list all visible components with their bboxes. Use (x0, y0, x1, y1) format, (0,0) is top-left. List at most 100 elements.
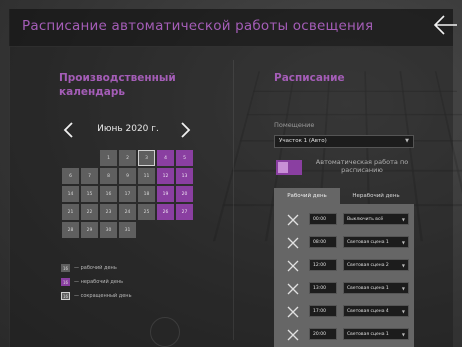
chevron-down-icon: ▼ (401, 217, 405, 222)
close-icon[interactable] (286, 304, 300, 318)
calendar-day[interactable]: 22 (81, 204, 98, 220)
room-select-value: Участок 1 (Авто) (279, 138, 327, 144)
auto-mode-toggle[interactable] (276, 160, 302, 175)
scene-select[interactable]: Световая сцена 1 ▼ (343, 282, 409, 294)
scene-select[interactable]: Световая сцена 4 ▼ (343, 305, 409, 317)
calendar-empty-cell (157, 222, 174, 238)
column-divider (233, 60, 234, 340)
legend-label: — нерабочий день (74, 279, 124, 285)
calendar-grid: 1 2 3 4 5 6 7 8 9 11 12 13 14 15 16 17 18 19 20 21 22 23 24 25 2… (62, 150, 193, 238)
scene-select-value: Световая сцена 1 (347, 332, 389, 337)
chevron-down-icon: ▼ (401, 286, 405, 291)
close-icon[interactable] (286, 327, 300, 341)
calendar-day[interactable]: 8 (100, 168, 117, 184)
chevron-left-icon[interactable] (62, 121, 76, 139)
schedule-row: 13:00 Световая сцена 1 ▼ (274, 281, 414, 295)
page-title: Расписание автоматической работы освещен… (22, 18, 374, 34)
close-icon[interactable] (286, 258, 300, 272)
calendar-day[interactable]: 9 (119, 168, 136, 184)
legend-label: — сокращенный день (74, 293, 132, 299)
scene-select[interactable]: Световая сцена 2 ▼ (343, 259, 409, 271)
chevron-down-icon: ▼ (401, 263, 405, 268)
calendar-day[interactable]: 25 (138, 204, 155, 220)
chevron-down-icon: ▼ (401, 309, 405, 314)
calendar-day[interactable]: 31 (119, 222, 136, 238)
calendar-day[interactable]: 23 (100, 204, 117, 220)
calendar-day[interactable]: 27 (176, 204, 193, 220)
room-label: Помещение (274, 121, 315, 129)
calendar-day[interactable]: 15 (81, 186, 98, 202)
calendar-day[interactable]: 7 (81, 168, 98, 184)
calendar-day[interactable]: 24 (119, 204, 136, 220)
calendar-legend: 16 — рабочий день 16 — нерабочий день 16 — со… (61, 262, 132, 304)
bottom-decor-circle (150, 317, 180, 347)
calendar-day[interactable]: 1 (100, 150, 117, 166)
back-arrow-icon[interactable] (432, 12, 458, 38)
calendar-day[interactable]: 29 (81, 222, 98, 238)
time-input[interactable]: 00:00 (309, 213, 337, 225)
chevron-down-icon: ▼ (401, 332, 405, 337)
calendar-day[interactable]: 28 (62, 222, 79, 238)
calendar-day[interactable]: 18 (138, 186, 155, 202)
legend-item: 16 — сокращенный день (61, 290, 132, 302)
auto-mode-label: Автоматическая работа по расписанию (315, 158, 409, 174)
legend-item: 16 — рабочий день (61, 262, 132, 274)
calendar-day[interactable]: 19 (157, 186, 174, 202)
legend-swatch: 16 (61, 292, 70, 300)
time-input[interactable]: 08:00 (309, 236, 337, 248)
chevron-down-icon: ▼ (401, 240, 405, 245)
calendar-empty-cell (62, 150, 79, 166)
calendar-day[interactable]: 14 (62, 186, 79, 202)
calendar-day[interactable]: 5 (176, 150, 193, 166)
day-type-tabs: Рабочий день Нерабочий день (274, 188, 412, 204)
schedule-panel: 00:00 Выключить всё ▼ 08:00 Световая сцена 1… (274, 204, 414, 347)
calendar-empty-cell (81, 150, 98, 166)
calendar-empty-cell (176, 222, 193, 238)
calendar-day[interactable]: 26 (157, 204, 174, 220)
calendar-day[interactable]: 4 (157, 150, 174, 166)
tab-workday[interactable]: Рабочий день (274, 188, 340, 204)
calendar-title: Производственный календарь (59, 72, 176, 98)
room-select[interactable]: Участок 1 (Авто) ▼ (274, 135, 414, 148)
calendar-empty-cell (138, 222, 155, 238)
close-icon[interactable] (286, 212, 300, 226)
scene-select-value: Световая сцена 4 (347, 309, 389, 314)
chevron-right-icon[interactable] (178, 121, 192, 139)
scene-select-value: Световая сцена 2 (347, 263, 389, 268)
scene-select[interactable]: Выключить всё ▼ (343, 213, 409, 225)
time-input[interactable]: 17:00 (309, 305, 337, 317)
close-icon[interactable] (286, 235, 300, 249)
legend-item: 16 — нерабочий день (61, 276, 132, 288)
calendar-day[interactable]: 30 (100, 222, 117, 238)
calendar-day[interactable]: 13 (176, 168, 193, 184)
calendar-day[interactable]: 3 (138, 150, 155, 166)
schedule-title: Расписание (274, 72, 345, 84)
time-input[interactable]: 13:00 (309, 282, 337, 294)
legend-label: — рабочий день (74, 265, 117, 271)
calendar-day[interactable]: 21 (62, 204, 79, 220)
scene-select[interactable]: Световая сцена 1 ▼ (343, 328, 409, 340)
time-input[interactable]: 20:00 (309, 328, 337, 340)
schedule-row: 17:00 Световая сцена 4 ▼ (274, 304, 414, 318)
calendar-day[interactable]: 16 (100, 186, 117, 202)
calendar-day[interactable]: 2 (119, 150, 136, 166)
schedule-row: 12:00 Световая сцена 2 ▼ (274, 258, 414, 272)
legend-swatch: 16 (61, 264, 70, 272)
schedule-row: 00:00 Выключить всё ▼ (274, 212, 414, 226)
legend-swatch: 16 (61, 278, 70, 286)
calendar-day[interactable]: 12 (157, 168, 174, 184)
tab-weekend[interactable]: Нерабочий день (340, 188, 412, 204)
calendar-day[interactable]: 17 (119, 186, 136, 202)
month-label: Июнь 2020 г. (97, 124, 159, 134)
scene-select-value: Выключить всё (347, 217, 384, 222)
schedule-row: 20:00 Световая сцена 1 ▼ (274, 327, 414, 341)
time-input[interactable]: 12:00 (309, 259, 337, 271)
schedule-row: 08:00 Световая сцена 1 ▼ (274, 235, 414, 249)
close-icon[interactable] (286, 281, 300, 295)
calendar-day[interactable]: 6 (62, 168, 79, 184)
chevron-down-icon: ▼ (405, 138, 409, 144)
calendar-day[interactable]: 20 (176, 186, 193, 202)
scene-select[interactable]: Световая сцена 1 ▼ (343, 236, 409, 248)
scene-select-value: Световая сцена 1 (347, 286, 389, 291)
calendar-day[interactable]: 11 (138, 168, 155, 184)
